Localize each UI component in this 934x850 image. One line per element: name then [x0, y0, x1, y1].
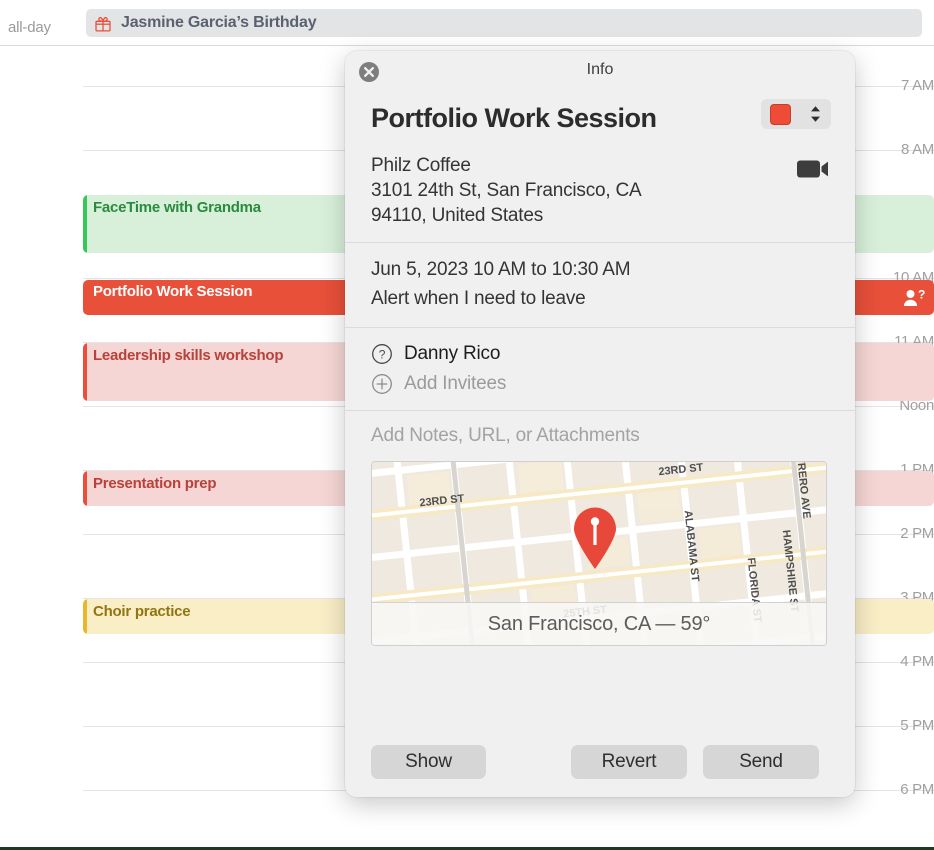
- hour-label-2pm: 2 PM: [900, 525, 934, 542]
- popover-location-section[interactable]: Philz Coffee 3101 24th St, San Francisco…: [345, 153, 855, 242]
- all-day-event-title: Jasmine Garcia’s Birthday: [121, 14, 317, 31]
- revert-button[interactable]: Revert: [571, 745, 687, 779]
- plus-circle-icon: [371, 373, 393, 395]
- hour-label-8am: 8 AM: [901, 141, 934, 158]
- send-button[interactable]: Send: [703, 745, 819, 779]
- calendar-day-view: all-day Jasmine Garcia’s Birthday 7 AM 8…: [0, 0, 934, 850]
- event-alert: Alert when I need to leave: [371, 288, 586, 309]
- all-day-event-chip[interactable]: Jasmine Garcia’s Birthday: [86, 9, 922, 37]
- event-title: Portfolio Work Session: [93, 283, 253, 300]
- invitee-name: Danny Rico: [404, 343, 501, 364]
- popover-title-section: Portfolio Work Session: [345, 93, 855, 153]
- event-title: Presentation prep: [93, 475, 217, 492]
- svg-text:?: ?: [918, 289, 925, 302]
- all-day-label: all-day: [8, 19, 51, 36]
- map-footer-label: San Francisco, CA — 59°: [372, 602, 826, 645]
- location-street: 3101 24th St, San Francisco, CA: [371, 180, 642, 201]
- add-invitees-row[interactable]: Add Invitees: [371, 369, 829, 399]
- event-title: Leadership skills workshop: [93, 347, 284, 364]
- hour-label-4pm: 4 PM: [900, 653, 934, 670]
- event-info-popover: Info Portfolio Work Session Philz Coffee…: [345, 51, 855, 797]
- svg-text:?: ?: [379, 348, 386, 362]
- hour-label-7am: 7 AM: [901, 77, 934, 94]
- popover-header: Info: [345, 51, 855, 93]
- color-swatch: [770, 103, 791, 125]
- chevron-up-down-icon: [809, 104, 822, 124]
- location-country: 94110, United States: [371, 205, 544, 226]
- location-name: Philz Coffee: [371, 155, 471, 176]
- gift-icon: [95, 15, 111, 32]
- popover-title: Info: [586, 61, 614, 78]
- all-day-row: all-day Jasmine Garcia’s Birthday: [0, 0, 934, 46]
- map-pin-icon: [568, 504, 622, 570]
- question-circle-icon: ?: [371, 343, 393, 365]
- popover-invitees-section: ? Danny Rico Add Invitees: [345, 328, 855, 410]
- calendar-color-picker[interactable]: [761, 99, 831, 129]
- invitee-row[interactable]: ? Danny Rico: [371, 339, 829, 369]
- event-title: FaceTime with Grandma: [93, 199, 261, 216]
- hour-label-6pm: 6 PM: [900, 781, 934, 798]
- add-invitees-label: Add Invitees: [404, 373, 507, 394]
- hour-label-5pm: 5 PM: [900, 717, 934, 734]
- event-datetime: Jun 5, 2023 10 AM to 10:30 AM: [371, 259, 631, 280]
- person-question-icon: ?: [903, 287, 925, 307]
- show-button[interactable]: Show: [371, 745, 486, 779]
- video-camera-icon[interactable]: [797, 157, 831, 181]
- popover-datetime-section[interactable]: Jun 5, 2023 10 AM to 10:30 AM Alert when…: [345, 243, 855, 327]
- location-map[interactable]: 23RD ST 23RD ST 25TH ST ALABAMA ST FLORI…: [371, 461, 827, 646]
- popover-notes-section[interactable]: Add Notes, URL, or Attachments: [345, 411, 855, 457]
- popover-button-row: Show Revert Send: [345, 745, 855, 779]
- notes-placeholder: Add Notes, URL, or Attachments: [371, 425, 640, 446]
- event-title: Choir practice: [93, 603, 191, 620]
